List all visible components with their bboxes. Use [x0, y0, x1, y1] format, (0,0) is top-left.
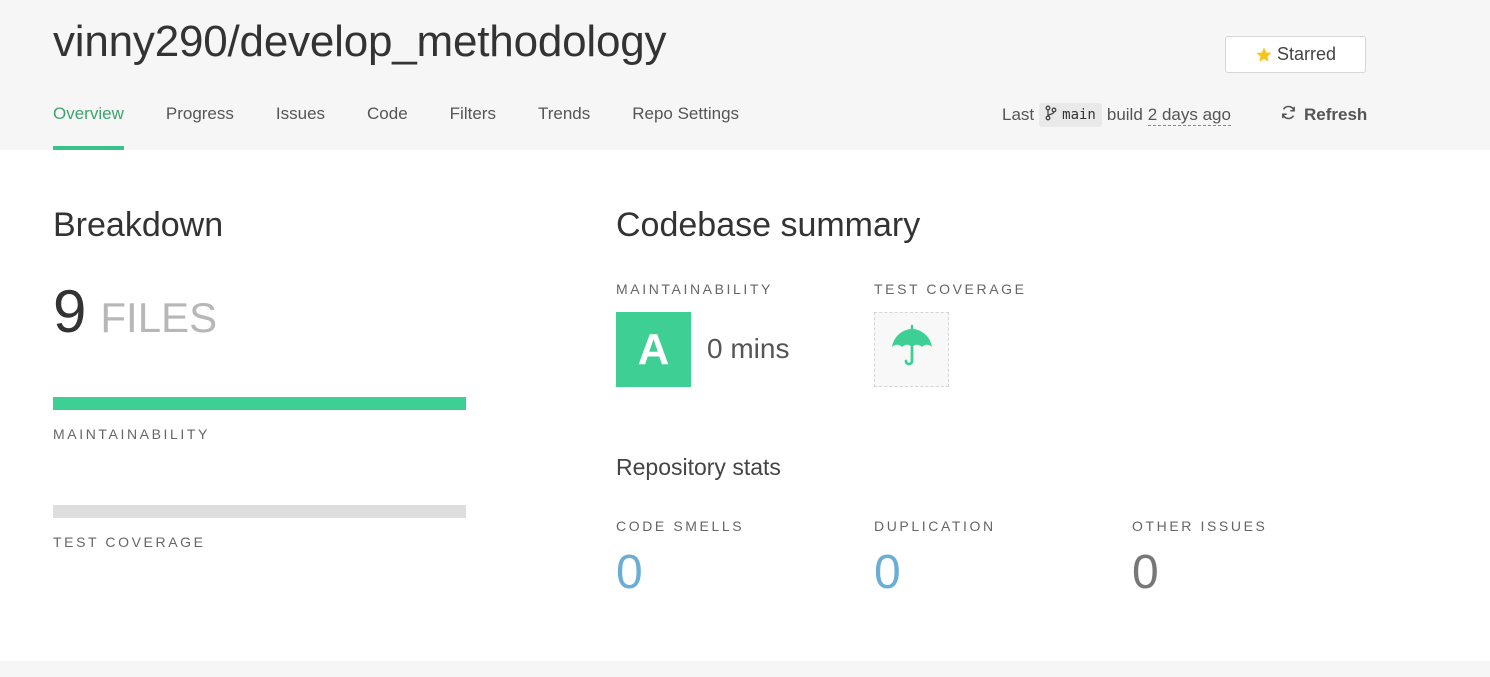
tab-code[interactable]: Code [367, 92, 408, 150]
repo-title: vinny290/develop_methodology [53, 17, 667, 66]
code-smells-value[interactable]: 0 [616, 545, 643, 600]
git-branch-icon [1045, 105, 1057, 125]
build-time-link[interactable]: 2 days ago [1147, 105, 1231, 126]
breakdown-maintainability-label: MAINTAINABILITY [53, 426, 210, 442]
other-issues-value: 0 [1132, 546, 1159, 599]
summary-maintainability-label: MAINTAINABILITY [616, 281, 773, 297]
maintainability-bar[interactable] [53, 397, 466, 410]
build-middle: build [1106, 105, 1143, 124]
refresh-label: Refresh [1304, 105, 1368, 124]
repo-tabs: Overview Progress Issues Code Filters Tr… [53, 92, 781, 150]
files-number: 9 [53, 278, 87, 345]
code-smells-label: CODE SMELLS [616, 518, 745, 534]
tab-progress[interactable]: Progress [166, 92, 234, 150]
summary-test-coverage-label: TEST COVERAGE [874, 281, 1027, 297]
star-icon [1255, 46, 1273, 64]
maintainability-bar-fill [53, 397, 466, 410]
codebase-summary-title: Codebase summary [616, 206, 921, 244]
tab-overview[interactable]: Overview [53, 92, 124, 150]
files-count: 9 FILES [53, 277, 217, 346]
duplication-label: DUPLICATION [874, 518, 996, 534]
umbrella-icon [888, 323, 936, 376]
files-label: FILES [100, 294, 218, 341]
test-coverage-setup-box[interactable] [874, 312, 949, 387]
footer-band [0, 661, 1490, 677]
starred-button[interactable]: Starred [1225, 36, 1366, 73]
duplication-value[interactable]: 0 [874, 545, 901, 600]
test-coverage-bar[interactable] [53, 505, 466, 518]
tab-issues[interactable]: Issues [276, 92, 325, 150]
branch-name: main [1062, 107, 1096, 123]
breakdown-title: Breakdown [53, 206, 224, 244]
breakdown-test-coverage-label: TEST COVERAGE [53, 534, 206, 550]
tab-trends[interactable]: Trends [538, 92, 590, 150]
tab-filters[interactable]: Filters [450, 92, 496, 150]
refresh-icon [1280, 104, 1297, 126]
starred-button-label: Starred [1276, 44, 1337, 64]
branch-pill: main [1039, 103, 1102, 127]
repository-stats-title: Repository stats [616, 454, 781, 480]
refresh-button[interactable]: Refresh [1280, 100, 1367, 130]
tab-repo-settings[interactable]: Repo Settings [632, 92, 739, 150]
other-issues-label: OTHER ISSUES [1132, 518, 1268, 534]
maintainability-time: 0 mins [707, 333, 790, 364]
maintainability-grade-badge[interactable]: A [616, 312, 691, 387]
build-prefix: Last [1002, 105, 1035, 124]
repo-header: vinny290/develop_methodology Starred Ove… [0, 0, 1490, 150]
last-build-info: Last main build 2 days ago [1002, 100, 1231, 130]
